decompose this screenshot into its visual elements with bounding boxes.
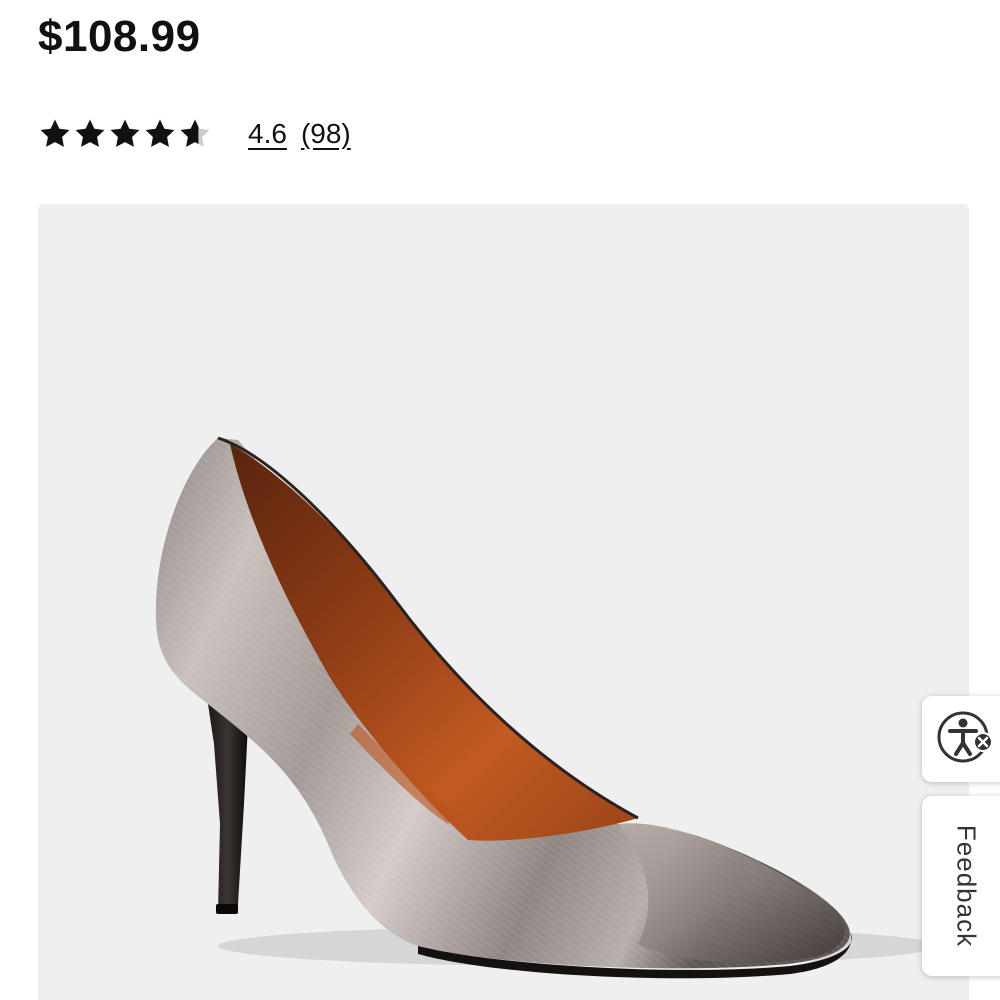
star-icon xyxy=(75,119,105,147)
star-icon xyxy=(145,119,175,147)
review-count-link[interactable]: (98) xyxy=(301,118,351,150)
star-rating[interactable] xyxy=(38,117,214,151)
rating-row: 4.6 (98) xyxy=(38,112,351,156)
accessibility-widget-button[interactable] xyxy=(922,696,1000,782)
partial-star-icon xyxy=(180,119,210,147)
feedback-button[interactable]: Feedback xyxy=(922,796,1000,976)
product-image[interactable] xyxy=(38,204,969,1000)
shoe-illustration xyxy=(155,436,938,979)
product-page: $108.99 4.6 (98) Feedback xyxy=(0,0,1000,1000)
star-icon xyxy=(110,119,140,147)
rating-value-link[interactable]: 4.6 xyxy=(248,118,287,150)
product-price: $108.99 xyxy=(38,12,201,61)
accessibility-person-icon xyxy=(937,711,993,763)
star-icon xyxy=(40,119,70,147)
feedback-label: Feedback xyxy=(951,824,982,948)
close-icon xyxy=(973,732,993,752)
